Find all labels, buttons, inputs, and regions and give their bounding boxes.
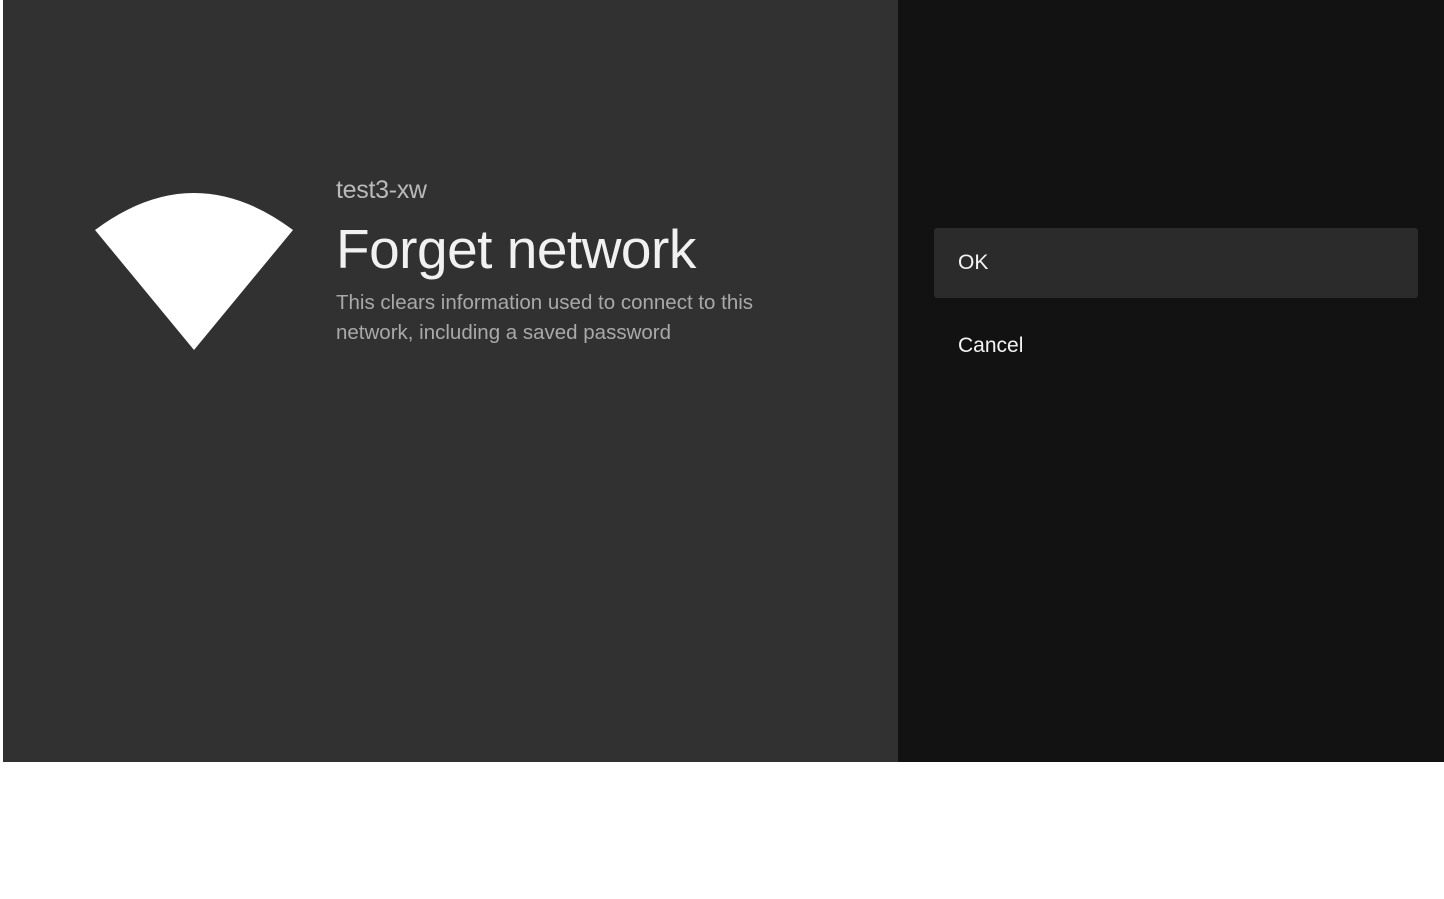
page-title: Forget network bbox=[336, 218, 696, 280]
network-name: test3-xw bbox=[336, 176, 427, 204]
description: This clears information used to connect … bbox=[336, 288, 806, 348]
ok-button-label: OK bbox=[958, 251, 989, 274]
description-line: This clears information used to connect … bbox=[336, 291, 754, 314]
guidance-panel: test3-xw Forget network This clears info… bbox=[3, 0, 898, 762]
forget-network-dialog: test3-xw Forget network This clears info… bbox=[3, 0, 1444, 762]
ok-button[interactable]: OK bbox=[934, 228, 1418, 298]
cancel-button[interactable]: Cancel bbox=[934, 311, 1418, 381]
actions-panel: OK Cancel bbox=[898, 0, 1444, 762]
cancel-button-label: Cancel bbox=[958, 334, 1024, 357]
description-line: network, including a saved password bbox=[336, 321, 672, 344]
wifi-signal-icon bbox=[95, 193, 293, 350]
guidance-text: test3-xw Forget network This clears info… bbox=[336, 172, 806, 348]
